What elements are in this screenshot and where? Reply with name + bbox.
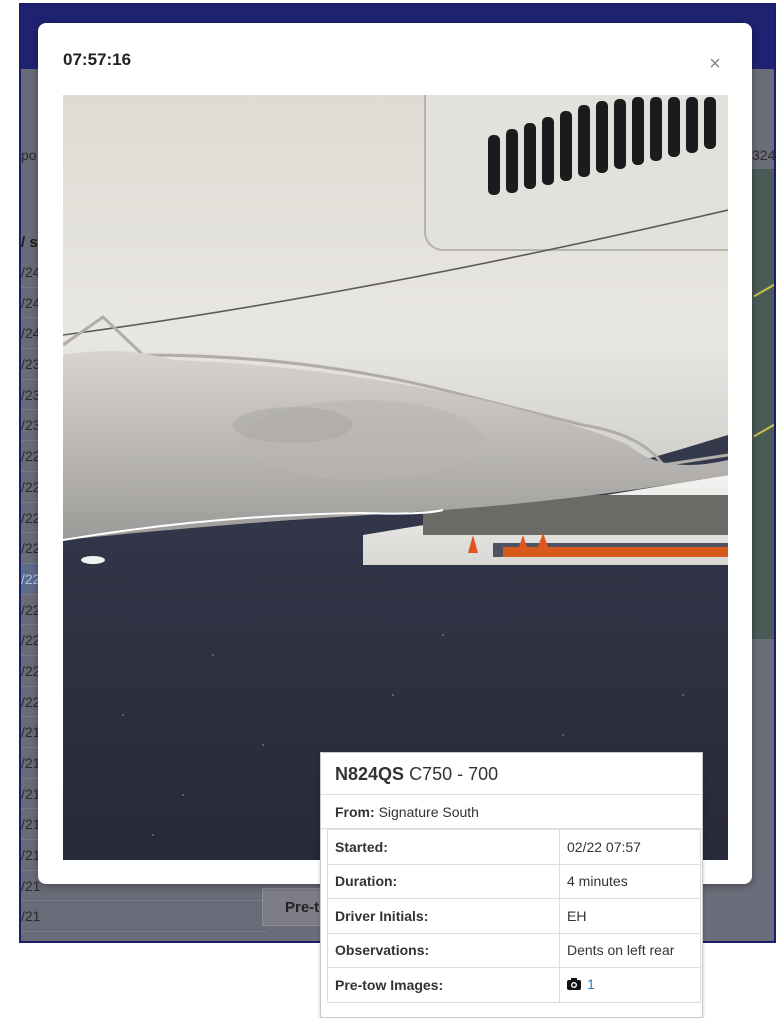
table-row: Pre-tow Images: 1: [327, 967, 701, 1003]
from-label: From:: [335, 804, 375, 820]
camera-icon: [567, 977, 581, 993]
table-row: Started: 02/22 07:57: [327, 829, 701, 865]
close-icon[interactable]: ×: [702, 51, 728, 77]
screen: po / st /24/24/24/23/23/23/22/22/22/22/2…: [0, 0, 779, 1018]
from-row: From: Signature South: [321, 795, 702, 829]
observations-value: Dents on left rear: [559, 932, 701, 968]
list-item-date: /21: [21, 939, 40, 941]
aircraft-type: C750 - 700: [409, 764, 499, 784]
list-item[interactable]: /21: [21, 901, 267, 933]
started-value: 02/22 07:57: [559, 829, 701, 865]
duration-label: Duration:: [327, 863, 560, 899]
right-panel-clipped-text: 324: [752, 147, 776, 163]
info-card-header: N824QS C750 - 700: [321, 753, 702, 795]
list-item-date: /21: [21, 908, 41, 925]
pre-tow-images-link[interactable]: 1: [587, 976, 595, 992]
duration-value: 4 minutes: [559, 863, 701, 899]
modal-title: 07:57:16: [63, 50, 132, 69]
from-value: Signature South: [378, 804, 479, 820]
table-row: Driver Initials: EH: [327, 898, 701, 934]
observations-label: Observations:: [327, 932, 560, 968]
table-row: Observations: Dents on left rear: [327, 932, 701, 968]
list-item[interactable]: /21: [21, 932, 267, 941]
aircraft-registration: N824QS: [335, 764, 405, 784]
list-item-date: /21: [21, 877, 41, 894]
pre-tow-images-label: Pre-tow Images:: [327, 967, 560, 1003]
table-row: Duration: 4 minutes: [327, 863, 701, 899]
driver-initials-value: EH: [559, 898, 701, 934]
tow-details-table: Started: 02/22 07:57 Duration: 4 minutes…: [327, 829, 701, 1003]
map-view[interactable]: [752, 169, 774, 639]
started-label: Started:: [327, 829, 560, 865]
pre-tow-photo: [63, 95, 728, 860]
driver-initials-label: Driver Initials:: [327, 898, 560, 934]
left-panel-clipped-text: po: [21, 147, 37, 163]
tow-info-card: N824QS C750 - 700 From: Signature South …: [320, 752, 703, 1018]
pre-tow-images-value: 1: [559, 967, 701, 1003]
